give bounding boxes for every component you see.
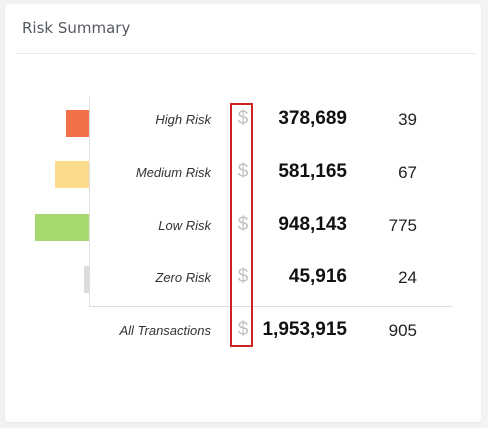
amount-high-risk: 378,689 bbox=[278, 108, 347, 129]
amount-medium-risk: 581,165 bbox=[278, 161, 347, 182]
row-label-low-risk: Low Risk bbox=[158, 218, 211, 233]
bar-axis-line bbox=[89, 96, 90, 306]
count-medium-risk: 67 bbox=[398, 163, 417, 182]
row-label-all-transactions: All Transactions bbox=[119, 323, 211, 338]
risk-summary-card: Risk Summary High Risk $ 378,689 39 Medi… bbox=[5, 4, 481, 422]
amount-zero-risk: 45,916 bbox=[288, 266, 347, 287]
card-divider bbox=[16, 53, 476, 54]
bar-low-risk bbox=[35, 214, 89, 241]
row-label-medium-risk: Medium Risk bbox=[135, 165, 211, 180]
row-label-zero-risk: Zero Risk bbox=[155, 270, 211, 285]
count-low-risk: 775 bbox=[388, 216, 417, 235]
bar-high-risk bbox=[66, 110, 89, 137]
amount-total: 1,953,915 bbox=[262, 319, 347, 340]
total-divider bbox=[89, 306, 452, 307]
card-title: Risk Summary bbox=[22, 19, 131, 37]
count-total: 905 bbox=[388, 321, 417, 340]
bar-medium-risk bbox=[55, 161, 89, 188]
count-zero-risk: 24 bbox=[398, 268, 417, 287]
amount-low-risk: 948,143 bbox=[278, 214, 347, 235]
currency-highlight-box bbox=[230, 103, 253, 347]
count-high-risk: 39 bbox=[398, 110, 417, 129]
row-label-high-risk: High Risk bbox=[155, 112, 211, 127]
